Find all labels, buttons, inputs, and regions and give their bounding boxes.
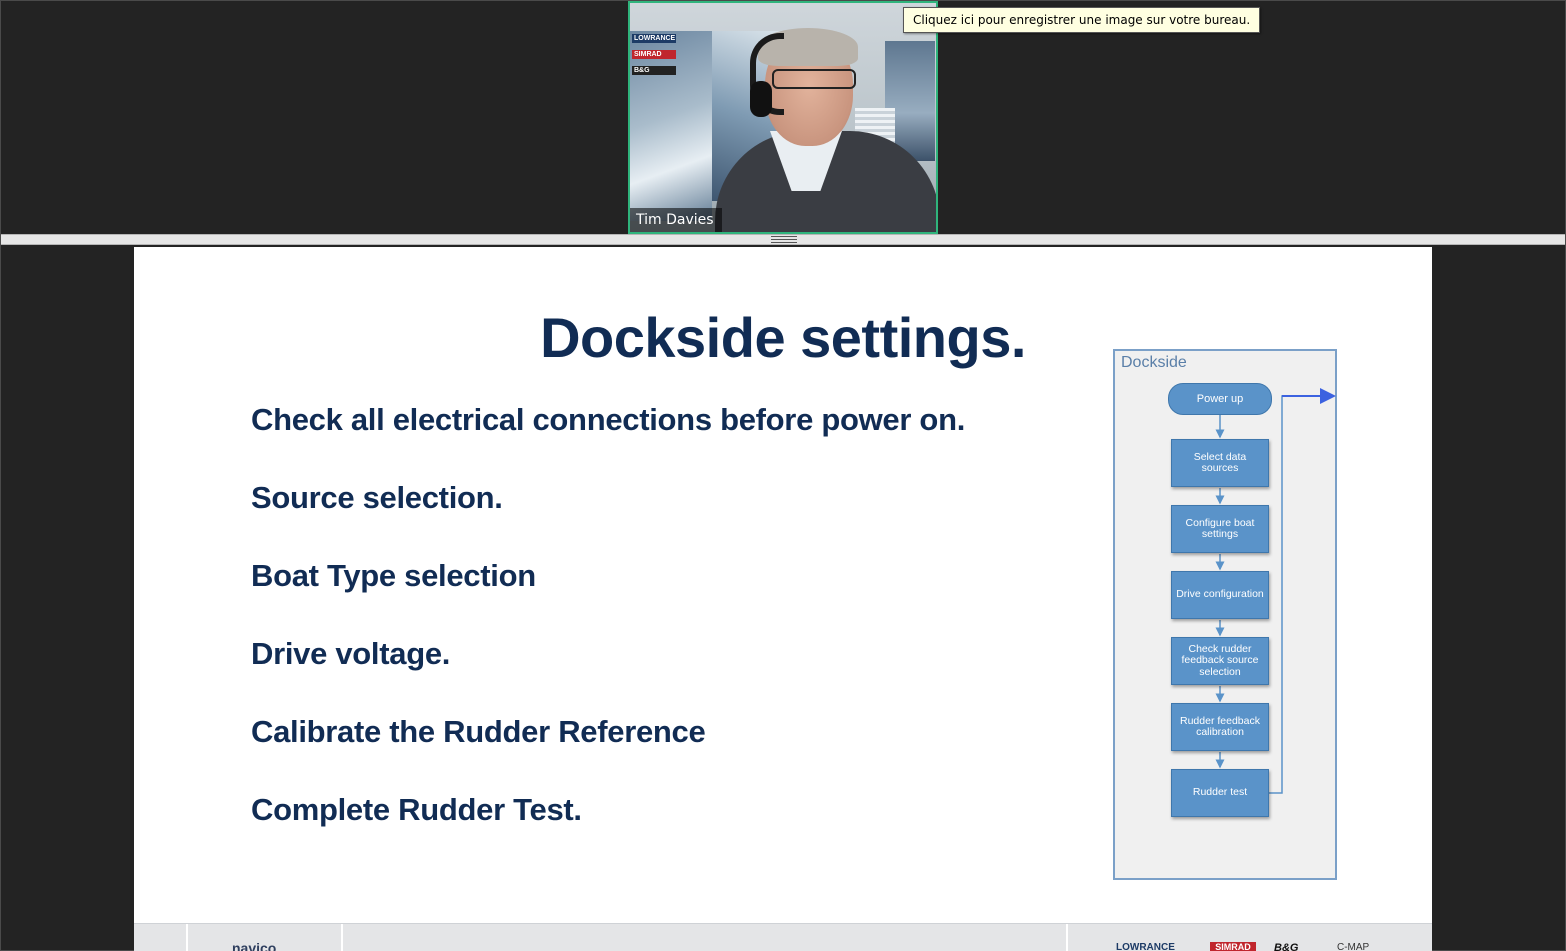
flow-step: Select data sources: [1171, 439, 1269, 487]
flow-step: Check rudder feedback source selection: [1171, 637, 1269, 685]
navico-logo: navico: [232, 940, 277, 951]
poster-brand-label: LOWRANCE: [632, 34, 676, 43]
slide-bullet: Check all electrical connections before …: [251, 402, 966, 437]
brand-logo: B&G: [1274, 942, 1299, 951]
save-image-tooltip: Cliquez ici pour enregistrer une image s…: [903, 7, 1261, 33]
flow-step: Rudder feedback calibration: [1171, 703, 1269, 751]
brand-logo: SIMRAD: [1210, 942, 1256, 951]
brand-logo: LOWRANCE: [1116, 942, 1175, 951]
slide-bullet: Calibrate the Rudder Reference: [251, 714, 706, 749]
slide-bullet: Complete Rudder Test.: [251, 792, 582, 827]
speaker-glasses: [772, 69, 856, 89]
flowchart-title: Dockside: [1121, 354, 1187, 371]
headset-earcup: [750, 81, 772, 117]
panel-splitter[interactable]: [1, 234, 1565, 245]
flow-step: Rudder test: [1171, 769, 1269, 817]
speaker-video-tile[interactable]: LOWRANCE SIMRAD B&G Tim Davies: [628, 1, 938, 234]
slide-bullet: Drive voltage.: [251, 636, 451, 671]
dockside-flowchart: Dockside Power up Select data sources Co…: [1113, 349, 1337, 880]
shared-slide: Dockside settings. Check all electrical …: [134, 247, 1432, 951]
background-poster: LOWRANCE SIMRAD B&G: [630, 31, 712, 221]
drag-handle-icon[interactable]: [771, 236, 797, 243]
slide-footer: navico LOWRANCE SIMRAD B&G C-MAP: [134, 923, 1432, 951]
footer-divider: [341, 924, 343, 951]
footer-divider: [1066, 924, 1068, 951]
slide-bullet: Boat Type selection: [251, 558, 536, 593]
flow-start-node: Power up: [1168, 383, 1272, 415]
slide-bullet: Source selection.: [251, 480, 503, 515]
poster-brand-label: SIMRAD: [632, 50, 676, 59]
flow-step: Drive configuration: [1171, 571, 1269, 619]
poster-brand-label: B&G: [632, 66, 676, 75]
participant-name: Tim Davies: [630, 208, 722, 232]
brand-logo: C-MAP: [1337, 942, 1370, 951]
footer-divider: [186, 924, 188, 951]
flow-step: Configure boat settings: [1171, 505, 1269, 553]
